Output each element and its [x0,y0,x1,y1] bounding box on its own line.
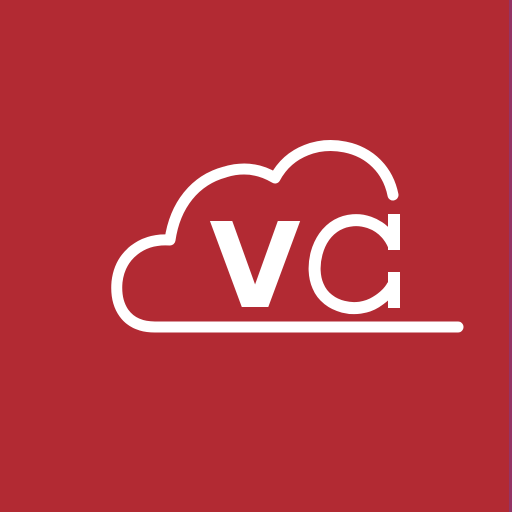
logo-svg: V [0,0,512,512]
logo-letter-c-cap-top [388,214,400,250]
logo-letter-c-cap-bottom [388,272,400,308]
app-icon: V [0,0,512,512]
logo-letter-v: V [209,197,300,335]
